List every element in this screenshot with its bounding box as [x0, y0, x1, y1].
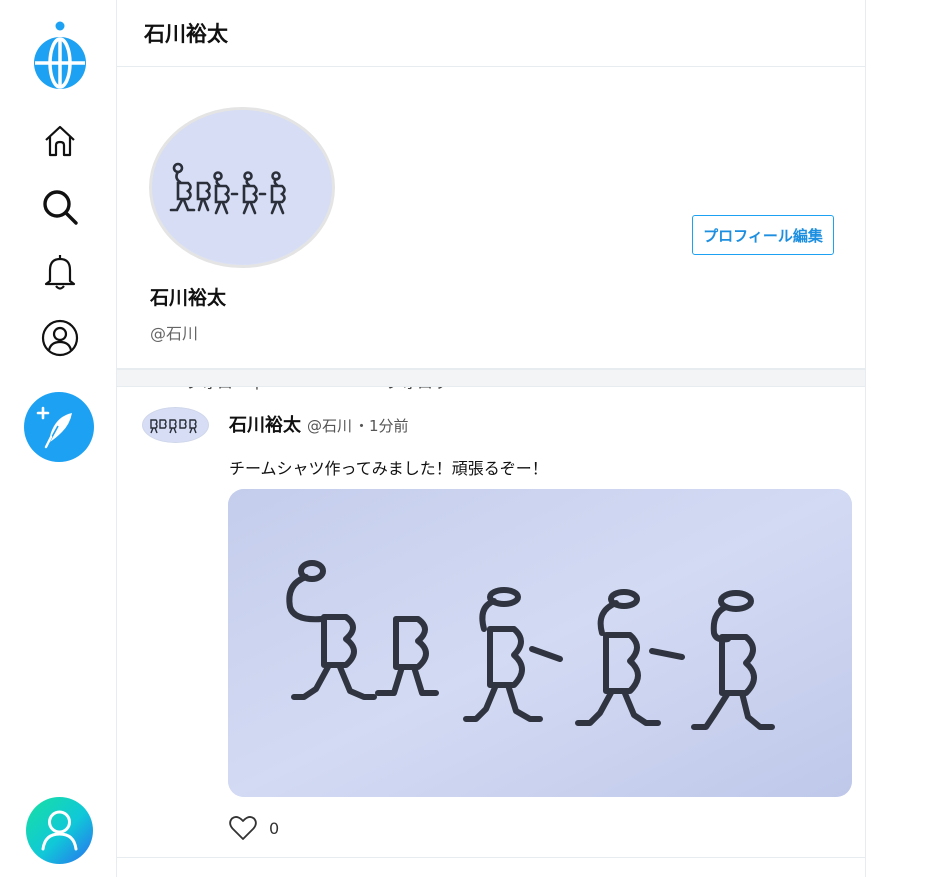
home-icon[interactable] — [40, 121, 80, 161]
like-count: 0 — [269, 818, 280, 838]
tweet-timestamp: ・1分前 — [354, 417, 409, 435]
section-divider — [117, 369, 865, 387]
tweet-avatar[interactable] — [142, 407, 209, 443]
page-title: 石川裕太 — [144, 22, 228, 46]
profile-name: 石川裕太 — [150, 287, 227, 309]
tweet-text: チームシャツ作ってみました！頑張るぞー！ — [229, 459, 548, 478]
sidebar — [0, 0, 117, 877]
account-icon — [41, 810, 78, 851]
profile-avatar — [149, 107, 335, 268]
heart-icon[interactable] — [229, 815, 257, 841]
user-icon[interactable] — [40, 318, 80, 358]
edit-profile-button[interactable]: プロフィール編集 — [692, 215, 834, 255]
tweet-item[interactable]: 石川裕太 @石川 ・1分前 チームシャツ作ってみました！頑張るぞー！ 0 — [117, 387, 865, 858]
bell-icon[interactable] — [40, 252, 80, 292]
compose-button[interactable] — [24, 392, 94, 462]
tweet-author-handle[interactable]: @石川 — [307, 415, 352, 436]
profile-card: プロフィール編集 石川裕太 @石川 1 フォロー中 1 フォロワー — [117, 67, 865, 392]
tweet-image[interactable] — [228, 489, 852, 797]
search-icon[interactable] — [40, 187, 80, 227]
main-column: 石川裕太 プロフィール編集 石川裕太 @石川 石川裕太 @石川 ・1分前 チーム… — [116, 0, 866, 877]
globe-logo-icon[interactable] — [29, 19, 91, 93]
compose-icon — [36, 406, 72, 449]
like-control: 0 — [229, 815, 279, 841]
tweet-author-name[interactable]: 石川裕太 — [229, 411, 301, 437]
profile-handle: @石川 — [150, 324, 199, 343]
page-header: 石川裕太 — [117, 0, 865, 67]
account-avatar[interactable] — [26, 797, 93, 864]
tweet-header: 石川裕太 @石川 ・1分前 — [229, 411, 409, 437]
